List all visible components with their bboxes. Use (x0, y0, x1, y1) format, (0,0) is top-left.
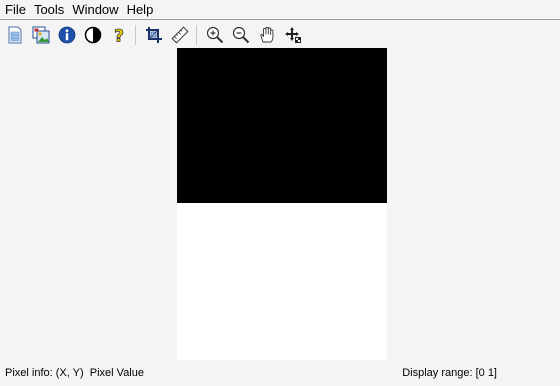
pixel-region-icon (285, 27, 301, 43)
adjust-contrast-icon (84, 26, 102, 44)
menu-tools[interactable]: Tools (29, 1, 67, 19)
image-information-button[interactable] (56, 24, 78, 46)
crop-icon (146, 27, 162, 43)
pixel-info-label: Pixel info: (X, Y) Pixel Value (5, 367, 144, 379)
pan-button[interactable] (256, 24, 278, 46)
toolbar: ? (0, 22, 560, 48)
help-button[interactable]: ? (108, 24, 130, 46)
zoom-in-button[interactable] (204, 24, 226, 46)
zoom-in-icon (206, 26, 224, 44)
image-overview-icon (32, 26, 50, 44)
image-display-area (0, 48, 560, 362)
adjust-contrast-button[interactable] (82, 24, 104, 46)
image-bottom-white-region (177, 203, 387, 360)
image-top-black-region (177, 48, 387, 203)
zoom-out-icon (232, 26, 250, 44)
pixel-region-button[interactable] (282, 24, 304, 46)
pan-hand-icon (260, 26, 274, 43)
image-information-icon (58, 26, 76, 44)
measure-distance-icon (171, 26, 189, 44)
image-display[interactable] (177, 48, 387, 360)
toolbar-separator (196, 25, 197, 45)
new-figure-button[interactable] (4, 24, 26, 46)
menu-file[interactable]: File (0, 1, 29, 19)
menu-window[interactable]: Window (67, 1, 121, 19)
measure-distance-button[interactable] (169, 24, 191, 46)
svg-text:?: ? (114, 27, 124, 45)
new-figure-icon (8, 26, 22, 44)
menu-bar: File Tools Window Help (0, 0, 560, 20)
toolbar-separator (135, 25, 136, 45)
crop-button[interactable] (143, 24, 165, 46)
display-range-label: Display range: [0 1] (402, 367, 497, 379)
zoom-out-button[interactable] (230, 24, 252, 46)
status-bar: Pixel info: (X, Y) Pixel Value Display r… (0, 362, 560, 386)
help-question-icon: ? (114, 26, 125, 45)
image-overview-button[interactable] (30, 24, 52, 46)
menu-help[interactable]: Help (122, 1, 157, 19)
